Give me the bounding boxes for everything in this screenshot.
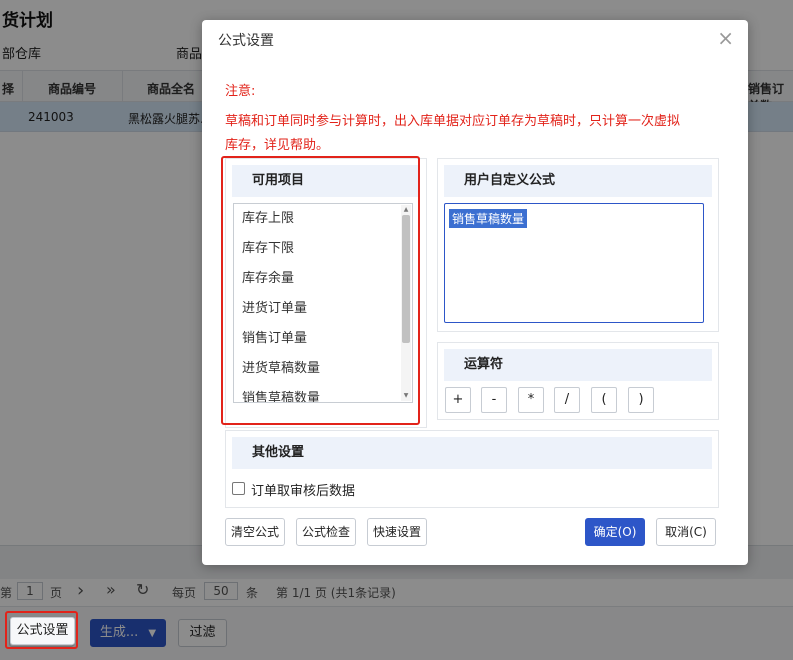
formula-token[interactable]: 销售草稿数量 [449, 209, 528, 228]
right-paren-button[interactable]: ) [628, 387, 654, 413]
notice-line-2: 库存，详见帮助。 [225, 138, 330, 153]
order-audit-checkbox-label[interactable]: 订单取审核后数据 [251, 480, 355, 499]
ok-button[interactable]: 确定(O) [585, 518, 645, 546]
custom-formula-title: 用户自定义公式 [444, 165, 712, 197]
dialog-title: 公式设置 [218, 33, 274, 49]
quick-settings-button[interactable]: 快速设置 [367, 518, 427, 546]
notice-title: 注意: [225, 84, 256, 99]
custom-formula-panel: 用户自定义公式 销售草稿数量 [437, 158, 719, 332]
other-settings-panel: 其他设置 订单取审核后数据 [225, 430, 719, 508]
operators-panel: 运算符 + - * / ( ) [437, 342, 719, 420]
other-settings-title: 其他设置 [232, 437, 712, 469]
multiply-button[interactable]: * [518, 387, 544, 413]
formula-settings-dialog: 公式设置 × 注意: 草稿和订单同时参与计算时，出入库单据对应订单存为草稿时，只… [202, 20, 748, 565]
clear-formula-button[interactable]: 清空公式 [225, 518, 285, 546]
left-paren-button[interactable]: ( [591, 387, 617, 413]
check-formula-button[interactable]: 公式检查 [296, 518, 356, 546]
order-audit-checkbox[interactable] [232, 482, 245, 495]
highlight-frame-available-items [221, 156, 420, 425]
divide-button[interactable]: / [554, 387, 580, 413]
cancel-button[interactable]: 取消(C) [656, 518, 716, 546]
plus-button[interactable]: + [445, 387, 471, 413]
formula-settings-button-highlighted[interactable]: 公式设置 [10, 617, 75, 645]
custom-formula-input[interactable]: 销售草稿数量 [444, 203, 704, 323]
notice-line-1: 草稿和订单同时参与计算时，出入库单据对应订单存为草稿时，只计算一次虚拟 [225, 114, 681, 129]
close-icon[interactable]: × [717, 26, 734, 50]
operators-title: 运算符 [444, 349, 712, 381]
minus-button[interactable]: - [481, 387, 507, 413]
